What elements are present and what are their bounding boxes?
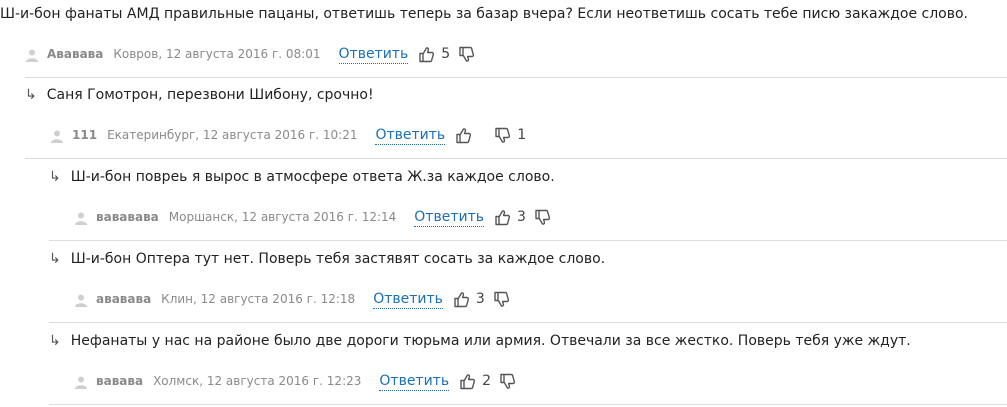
user-icon — [50, 128, 64, 143]
reply-link[interactable]: Ответить — [338, 45, 409, 64]
comment-text: Саня Гомотрон, перезвони Шибону, срочно! — [46, 87, 374, 103]
comment-body: ↳ Ш-и-бон повреь я вырос в атмосфере отве… — [49, 167, 555, 187]
comment-meta: ававава Клин, 12 августа 2016 г. 12:18 О… — [74, 287, 524, 311]
like-count: 5 — [441, 46, 451, 62]
dislike-button[interactable] — [499, 373, 516, 390]
comment-author[interactable]: вавава — [96, 374, 143, 388]
reply-link[interactable]: Ответить — [375, 126, 446, 145]
comment-location-date: Ковров, 12 августа 2016 г. 08:01 — [113, 47, 321, 61]
user-icon — [74, 374, 88, 389]
reply-link[interactable]: Ответить — [379, 372, 450, 391]
user-icon — [74, 292, 88, 307]
comment-divider — [49, 404, 1007, 405]
comment-location-date: Екатеринбург, 12 августа 2016 г. 10:21 — [107, 128, 358, 142]
user-icon — [25, 47, 39, 62]
comment-divider — [49, 240, 1007, 241]
thumbs-up-icon — [456, 127, 472, 143]
like-count: 3 — [475, 291, 485, 307]
comment-author[interactable]: 111 — [72, 128, 97, 142]
thumbs-down-icon — [535, 209, 550, 225]
comment-author[interactable]: вававава — [96, 210, 159, 224]
thumbs-up-icon — [454, 291, 469, 307]
like-button[interactable] — [494, 209, 511, 226]
comment: ↳ Нефанаты у нас на районе было две дорог… — [49, 331, 1007, 401]
comment-text: Ш-и-бон Оптера тут нет. Поверь тебя заст… — [70, 251, 606, 267]
reply-link[interactable]: Ответить — [373, 290, 443, 309]
reply-link[interactable]: Ответить — [414, 208, 484, 227]
comment-text: Ш-и-бон повреь я вырос в атмосфере ответ… — [70, 169, 555, 185]
reply-arrow-icon: ↳ — [49, 169, 61, 185]
like-count: 2 — [482, 373, 492, 389]
dislike-button[interactable] — [494, 127, 511, 144]
comment-meta: вавава Холмск, 12 августа 2016 г. 12:23 … — [74, 369, 530, 393]
comment-location-date: Моршанск, 12 августа 2016 г. 12:14 — [168, 210, 397, 224]
user-icon — [74, 210, 88, 225]
comment-divider — [25, 158, 1007, 159]
dislike-count: 1 — [517, 127, 527, 143]
comment: ↳ Ш-и-бон Оптера тут нет. Поверь тебя зас… — [49, 249, 1007, 319]
comment: Ш-и-бон фанаты АМД правильные пацаны, от… — [0, 4, 1007, 74]
comment-divider — [49, 322, 1007, 323]
comment: ↳ Ш-и-бон повреь я вырос в атмосфере отве… — [49, 167, 1007, 237]
thumbs-up-icon — [460, 373, 476, 389]
comment-text: Нефанаты у нас на районе было две дороги… — [70, 333, 911, 349]
like-button[interactable] — [453, 291, 470, 308]
comment-author[interactable]: ававава — [96, 292, 151, 306]
thumbs-up-icon — [419, 46, 435, 62]
comment-text: Ш-и-бон фанаты АМД правильные пацаны, от… — [0, 6, 969, 22]
dislike-button[interactable] — [458, 46, 475, 63]
comment-meta: Ававава Ковров, 12 августа 2016 г. 08:01… — [25, 42, 489, 66]
thumbs-down-icon — [500, 373, 516, 389]
like-button[interactable] — [418, 46, 435, 63]
comment-body: ↳ Ш-и-бон Оптера тут нет. Поверь тебя зас… — [49, 249, 605, 269]
thumbs-down-icon — [494, 291, 509, 307]
reply-arrow-icon: ↳ — [25, 87, 37, 103]
comment-meta: 111 Екатеринбург, 12 августа 2016 г. 10:… — [50, 123, 534, 147]
comment-meta: вававава Моршанск, 12 августа 2016 г. 12… — [74, 205, 565, 229]
reply-arrow-icon: ↳ — [49, 333, 61, 349]
comment-body: ↳ Нефанаты у нас на районе было две дорог… — [49, 331, 911, 351]
reply-arrow-icon: ↳ — [49, 251, 61, 267]
comment-body: ↳ Саня Гомотрон, перезвони Шибону, срочно… — [25, 85, 374, 105]
comment-location-date: Клин, 12 августа 2016 г. 12:18 — [161, 292, 356, 306]
comment: ↳ Саня Гомотрон, перезвони Шибону, срочно… — [25, 85, 1007, 155]
like-button[interactable] — [455, 127, 472, 144]
dislike-button[interactable] — [493, 291, 510, 308]
comment-divider — [25, 77, 1007, 78]
comments-thread: Ш-и-бон фанаты АМД правильные пацаны, от… — [0, 0, 1007, 407]
thumbs-down-icon — [459, 46, 475, 62]
thumbs-up-icon — [495, 209, 511, 225]
like-count: 3 — [516, 209, 526, 225]
like-button[interactable] — [459, 373, 476, 390]
comment-body: Ш-и-бон фанаты АМД правильные пацаны, от… — [0, 4, 968, 24]
comment-location-date: Холмск, 12 августа 2016 г. 12:23 — [153, 374, 362, 388]
comment-author[interactable]: Ававава — [47, 47, 103, 61]
thumbs-down-icon — [495, 127, 511, 143]
dislike-button[interactable] — [534, 209, 551, 226]
